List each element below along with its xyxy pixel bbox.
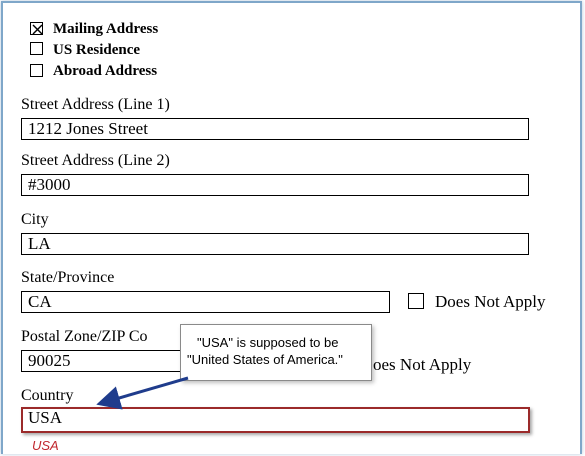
city-label: City — [21, 211, 49, 228]
country-validation-hint: USA — [32, 438, 59, 453]
state-label: State/Province — [21, 269, 115, 286]
us-residence-checkbox[interactable] — [30, 42, 43, 55]
abroad-address-checkbox[interactable] — [30, 64, 43, 77]
mailing-address-label: Mailing Address — [53, 21, 159, 37]
state-does-not-apply-checkbox[interactable] — [408, 293, 424, 309]
state-input[interactable]: CA — [21, 291, 390, 313]
street2-input[interactable]: #3000 — [21, 174, 529, 196]
postal-label: Postal Zone/ZIP Co — [21, 328, 148, 345]
annotation-callout: "USA" is supposed to be "United States o… — [180, 324, 372, 381]
mailing-address-checkbox[interactable] — [30, 22, 43, 35]
country-input[interactable]: USA — [21, 407, 530, 433]
country-label: Country — [21, 387, 74, 404]
postal-input[interactable]: 90025 — [21, 350, 183, 372]
street2-label: Street Address (Line 2) — [21, 152, 170, 169]
checkmark-x-icon — [32, 24, 43, 35]
postal-does-not-apply-label: oes Not Apply — [373, 355, 472, 374]
callout-line-2: "United States of America." — [187, 352, 343, 367]
us-residence-label: US Residence — [53, 42, 141, 58]
state-does-not-apply-label: Does Not Apply — [435, 292, 546, 311]
street1-label: Street Address (Line 1) — [21, 96, 170, 113]
callout-line-1: "USA" is supposed to be — [197, 335, 339, 350]
abroad-address-label: Abroad Address — [53, 63, 158, 79]
street1-input[interactable]: 1212 Jones Street — [21, 118, 529, 140]
city-input[interactable]: LA — [21, 233, 529, 255]
